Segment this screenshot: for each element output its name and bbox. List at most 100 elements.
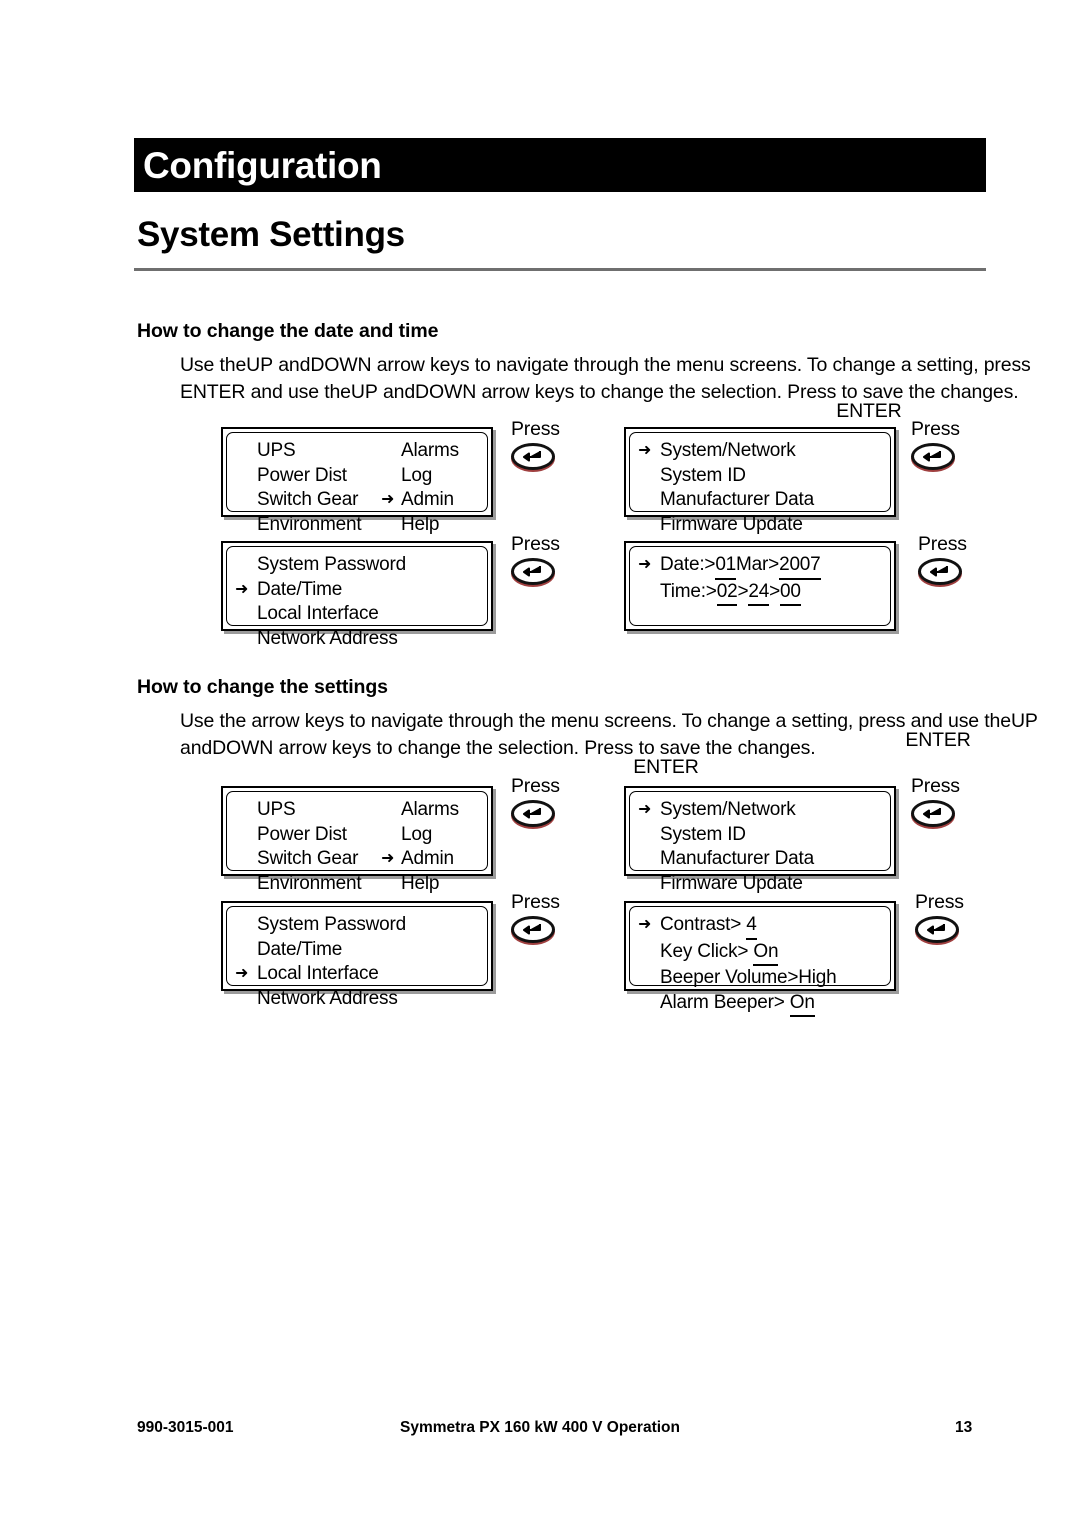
- date-field-row[interactable]: Date:>01Mar>2007: [660, 553, 882, 580]
- menu-item-network-address[interactable]: Network Address: [257, 627, 479, 652]
- paragraph-date-time: Use theUP andDOWN arrow keys to navigate…: [180, 352, 1042, 422]
- para2-key-up: UP: [1010, 710, 1038, 732]
- selector-arrow-slot: [235, 823, 257, 848]
- date-day-value[interactable]: 01: [715, 553, 736, 580]
- title-divider: [134, 268, 986, 271]
- enter-key-icon[interactable]: [911, 443, 955, 470]
- press-enter-annotation-6: Press: [911, 775, 960, 827]
- para1-key-up: UP: [246, 354, 273, 376]
- menu-item-environment[interactable]: Environment: [257, 872, 381, 897]
- press-enter-annotation-8: Press: [915, 891, 964, 943]
- setting-value-alarm-beeper[interactable]: On: [789, 991, 815, 1017]
- menu-item-system-password[interactable]: System Password: [257, 913, 479, 938]
- menu-item-ups[interactable]: UPS: [257, 439, 381, 464]
- selector-arrow-slot: [381, 823, 401, 848]
- selector-arrow-slot: [638, 940, 660, 967]
- menu-item-system-id[interactable]: System ID: [660, 823, 882, 848]
- press-enter-annotation-4: Press: [918, 533, 967, 585]
- menu-item-alarms[interactable]: Alarms: [401, 798, 479, 823]
- lcd-screen-admin-menu-2: ➜ System/Network System ID Manufacturer D…: [624, 786, 896, 894]
- menu-item-switch-gear[interactable]: Switch Gear: [257, 847, 381, 872]
- lcd-screen-system-network-menu-2: System Password Date/Time ➜ Local Interfa…: [221, 901, 493, 1009]
- selector-arrow-slot: [638, 966, 660, 991]
- menu-item-network-address[interactable]: Network Address: [257, 987, 479, 1012]
- time-field-row[interactable]: Time:>02>24>00: [660, 580, 882, 606]
- menu-item-environment[interactable]: Environment: [257, 513, 381, 538]
- selector-arrow-slot: [638, 488, 660, 513]
- menu-item-alarms[interactable]: Alarms: [401, 439, 479, 464]
- menu-item-power-dist[interactable]: Power Dist: [257, 464, 381, 489]
- selector-arrow-icon: ➜: [638, 916, 652, 933]
- para2-overlap-enter-2: ENTER: [633, 756, 699, 778]
- enter-arrow-glyph: [930, 566, 948, 577]
- date-month-value[interactable]: Mar: [736, 554, 768, 575]
- menu-item-switch-gear[interactable]: Switch Gear: [257, 488, 381, 513]
- menu-item-firmware-update[interactable]: Firmware Update: [660, 513, 882, 538]
- selector-arrow-slot: [381, 872, 401, 897]
- enter-key-icon[interactable]: [511, 443, 555, 470]
- menu-item-local-interface[interactable]: Local Interface: [257, 962, 479, 987]
- setting-row-key-click[interactable]: Key Click> On: [660, 940, 882, 966]
- subheading-settings: How to change the settings: [137, 676, 388, 698]
- enter-key-icon[interactable]: [511, 916, 555, 943]
- press-label: Press: [915, 891, 964, 913]
- setting-row-beeper-volume[interactable]: Beeper Volume>High: [660, 966, 882, 991]
- enter-key-icon[interactable]: [911, 800, 955, 827]
- enter-key-icon[interactable]: [511, 800, 555, 827]
- setting-value-contrast[interactable]: 4: [746, 913, 757, 940]
- selector-arrow-slot: [235, 987, 257, 1012]
- para1-key-enter: ENTER: [180, 381, 246, 403]
- time-minute-value[interactable]: 24: [748, 580, 769, 606]
- page-title: System Settings: [137, 215, 405, 254]
- time-second-value[interactable]: 00: [779, 580, 801, 606]
- menu-item-local-interface[interactable]: Local Interface: [257, 602, 479, 627]
- para2-key-down: DOWN: [212, 737, 274, 759]
- lcd-screen-main-menu-2: UPS Alarms Power Dist Log Switch Gear ➜ Admi…: [221, 786, 493, 894]
- setting-label-contrast: Contrast>: [660, 914, 742, 935]
- lcd-screen-date-time: ➜ Date:>01Mar>2007 Time:>02>24>00: [624, 541, 896, 631]
- selector-arrow-slot: [638, 991, 660, 1018]
- time-hour-value[interactable]: 02: [716, 580, 738, 606]
- menu-item-power-dist[interactable]: Power Dist: [257, 823, 381, 848]
- selector-arrow-slot: [235, 488, 257, 513]
- selector-arrow-slot: [235, 938, 257, 963]
- menu-item-log[interactable]: Log: [401, 823, 479, 848]
- enter-key-icon[interactable]: [915, 916, 959, 943]
- setting-label-beeper-volume: Beeper Volume>: [660, 967, 799, 988]
- menu-item-firmware-update[interactable]: Firmware Update: [660, 872, 882, 897]
- para1-line1-a: Use the: [180, 354, 247, 376]
- press-label: Press: [511, 418, 560, 440]
- menu-item-date-time[interactable]: Date/Time: [257, 938, 479, 963]
- menu-item-help[interactable]: Help: [401, 872, 479, 897]
- para2-line2-b: and: [180, 737, 213, 759]
- menu-item-system-network[interactable]: System/Network: [660, 798, 882, 823]
- menu-item-manufacturer-data[interactable]: Manufacturer Data: [660, 847, 882, 872]
- selector-arrow-slot: [235, 553, 257, 578]
- menu-item-system-network[interactable]: System/Network: [660, 439, 882, 464]
- press-label: Press: [511, 891, 560, 913]
- document-page: Configuration System Settings How to cha…: [0, 0, 1080, 1528]
- menu-item-help[interactable]: Help: [401, 513, 479, 538]
- press-label: Press: [918, 533, 967, 555]
- enter-key-icon[interactable]: [511, 558, 555, 585]
- date-year-value[interactable]: 2007: [779, 553, 821, 580]
- menu-item-system-password[interactable]: System Password: [257, 553, 479, 578]
- lcd-screen-main-menu-1: UPS Alarms Power Dist Log Switch Gear ➜ Admi…: [221, 427, 493, 535]
- selector-arrow-slot: [381, 798, 401, 823]
- enter-arrow-glyph: [923, 808, 941, 819]
- press-label: Press: [511, 533, 560, 555]
- date-label: Date:>: [660, 554, 716, 575]
- menu-item-system-id[interactable]: System ID: [660, 464, 882, 489]
- menu-item-admin[interactable]: Admin: [401, 847, 479, 872]
- setting-row-alarm-beeper[interactable]: Alarm Beeper> On: [660, 991, 882, 1017]
- menu-item-admin[interactable]: Admin: [401, 488, 479, 513]
- selector-arrow-slot: [235, 439, 257, 464]
- menu-item-ups[interactable]: UPS: [257, 798, 381, 823]
- menu-item-manufacturer-data[interactable]: Manufacturer Data: [660, 488, 882, 513]
- setting-value-key-click[interactable]: On: [753, 940, 779, 966]
- enter-key-icon[interactable]: [918, 558, 962, 585]
- menu-item-date-time[interactable]: Date/Time: [257, 578, 479, 603]
- setting-row-contrast[interactable]: Contrast> 4: [660, 913, 882, 940]
- menu-item-log[interactable]: Log: [401, 464, 479, 489]
- setting-value-beeper-volume[interactable]: High: [798, 967, 836, 988]
